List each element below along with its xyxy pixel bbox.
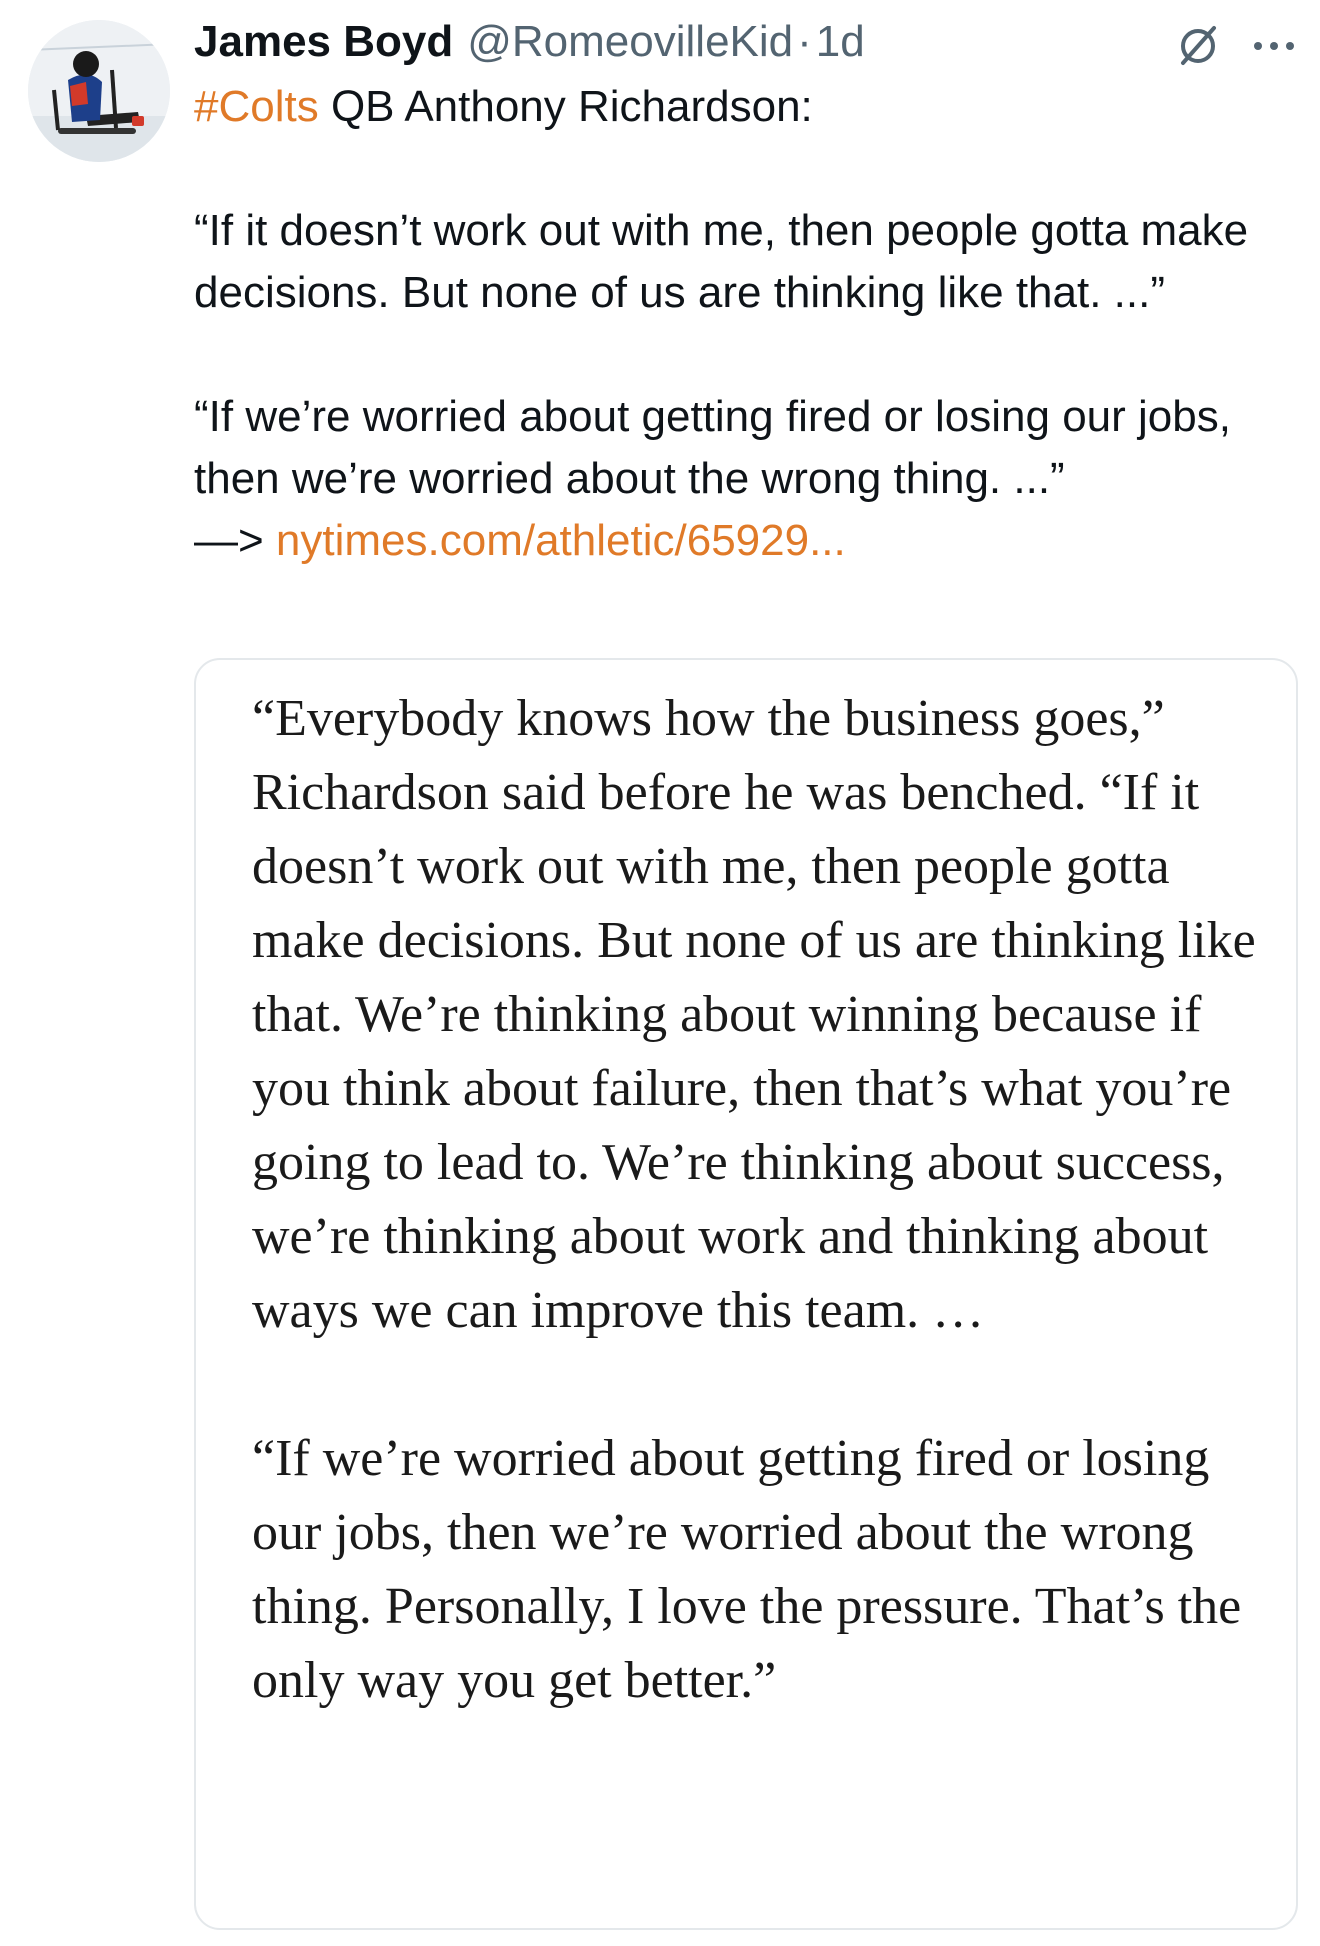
display-name[interactable]: James Boyd [194, 14, 453, 70]
quote-paragraph-2: “If we’re worried about getting fired or… [252, 1430, 1242, 1709]
tweet-header: James Boyd @RomeovilleKid · 1d [194, 14, 865, 70]
tweet-quote-2: “If we’re worried about getting fired or… [194, 386, 1304, 572]
hashtag-link[interactable]: #Colts [194, 82, 319, 131]
tweet-quote-1: “If it doesn’t work out with me, then pe… [194, 206, 1249, 317]
avatar[interactable] [28, 20, 170, 162]
separator-dot: · [797, 17, 812, 66]
avatar-image [28, 20, 170, 162]
arrow-text: —> [194, 516, 276, 565]
tweet-line-1-text: QB Anthony Richardson: [318, 82, 813, 131]
quote-image-text: “Everybody knows how the business goes,”… [252, 682, 1272, 1718]
timestamp[interactable]: 1d [816, 14, 865, 70]
tweet[interactable]: James Boyd @RomeovilleKid · 1d #Colts QB… [0, 0, 1320, 1946]
quote-image-card[interactable]: “Everybody knows how the business goes,”… [194, 658, 1298, 1930]
tweet-quote-2-text: “If we’re worried about getting fired or… [194, 392, 1231, 503]
grok-icon[interactable] [1174, 22, 1222, 70]
article-link[interactable]: nytimes.com/athletic/65929... [276, 516, 846, 565]
more-icon[interactable] [1252, 39, 1296, 53]
tweet-actions-top [1174, 22, 1296, 70]
user-handle[interactable]: @RomeovilleKid [467, 14, 793, 70]
tweet-line-1: #Colts QB Anthony Richardson: [194, 76, 1304, 138]
quote-paragraph-1: “Everybody knows how the business goes,”… [252, 690, 1256, 1339]
tweet-text: #Colts QB Anthony Richardson: “If it doe… [194, 76, 1304, 572]
